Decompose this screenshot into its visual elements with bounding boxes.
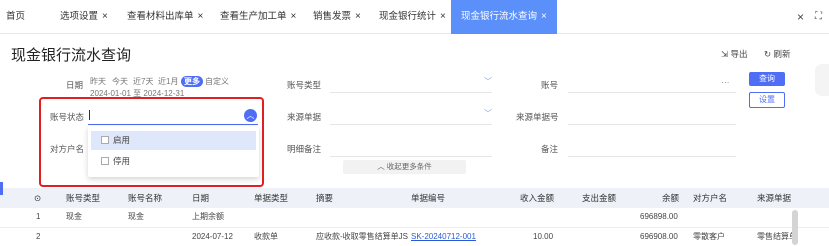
more-icon[interactable]: ··· <box>721 77 730 87</box>
source-doc-label: 来源单据 <box>287 112 322 122</box>
th-account-name[interactable]: 账号名称 <box>128 188 162 208</box>
close-icon[interactable]: × <box>355 11 361 22</box>
date-more[interactable]: 更多 <box>181 76 203 87</box>
account-type-select[interactable] <box>330 92 492 93</box>
close-icon[interactable]: × <box>440 11 446 22</box>
tab-sales-invoice[interactable]: 销售发票 × <box>313 0 361 34</box>
cell-account-name: 现金 <box>128 212 144 221</box>
detail-note-input[interactable] <box>330 156 492 157</box>
chevron-down-icon[interactable]: ﹀ <box>484 76 492 87</box>
tab-options-settings[interactable]: 选项设置 × <box>60 0 108 34</box>
cell-counterparty: 零散客户 <box>693 232 725 241</box>
doc-no-link[interactable]: SK-20240712-001 <box>411 228 476 246</box>
th-doc-type[interactable]: 单据类型 <box>254 188 288 208</box>
th-balance[interactable]: 余额 <box>662 188 679 208</box>
export-icon: ⇲ <box>721 49 729 59</box>
left-edge-marker <box>0 182 3 195</box>
close-icon[interactable]: × <box>291 11 297 22</box>
account-type-label: 账号类型 <box>287 80 322 90</box>
th-doc-no[interactable]: 单据编号 <box>411 188 445 208</box>
chevron-down-icon[interactable]: ﹀ <box>484 108 492 119</box>
column-settings-icon[interactable]: ⊙ <box>34 188 41 208</box>
source-doc-select[interactable] <box>330 124 492 125</box>
settings-button[interactable]: 设置 <box>749 92 785 108</box>
date-1month[interactable]: 近1月 <box>158 76 178 87</box>
cell-income: 10.00 <box>533 232 554 241</box>
cell-doc-type: 收款单 <box>254 232 278 241</box>
cell-account-type: 现金 <box>66 212 82 221</box>
th-expense[interactable]: 支出金额 <box>582 188 616 208</box>
refresh-icon: ↻ <box>764 49 772 59</box>
tab-material-outbound[interactable]: 查看材料出库单 × <box>127 0 203 34</box>
detail-note-label: 明细备注 <box>287 144 322 154</box>
source-doc-no-input[interactable] <box>568 124 736 125</box>
account-no-label: 账号 <box>541 80 559 90</box>
close-icon[interactable]: × <box>102 11 108 22</box>
refresh-button[interactable]: ↻ 刷新 <box>764 48 791 60</box>
close-icon[interactable]: × <box>541 11 547 22</box>
th-summary[interactable]: 摘要 <box>316 188 333 208</box>
date-today[interactable]: 今天 <box>112 76 128 87</box>
th-counterparty[interactable]: 对方户名 <box>693 188 727 208</box>
close-window-icon[interactable]: × <box>797 0 804 34</box>
cell-date: 上期余额 <box>192 212 224 221</box>
query-button[interactable]: 查询 <box>749 72 785 86</box>
source-doc-no-label: 来源单据号 <box>516 112 559 122</box>
tab-cash-bank-stats[interactable]: 现金银行统计 × <box>379 0 446 34</box>
note-label: 备注 <box>541 144 559 154</box>
cell-balance: 696908.00 <box>640 232 678 241</box>
close-icon[interactable]: × <box>198 11 204 22</box>
cell-source: 零售结算单 <box>757 232 793 241</box>
row-index: 2 <box>36 232 41 241</box>
side-float-button[interactable] <box>815 64 829 96</box>
date-label: 日期 <box>66 80 84 90</box>
date-yesterday[interactable]: 昨天 <box>90 76 106 87</box>
th-date[interactable]: 日期 <box>192 188 209 208</box>
highlight-box <box>39 97 264 187</box>
tab-cash-bank-flow[interactable]: 现金银行流水查询 × <box>451 0 557 34</box>
page-title: 现金银行流水查询 <box>11 47 132 64</box>
cell-summary: 应收款-收取零售结算单JS <box>316 232 408 241</box>
note-input[interactable] <box>568 156 736 157</box>
cell-date: 2024-07-12 <box>192 232 233 241</box>
cell-balance: 696898.00 <box>640 212 678 221</box>
row-index: 1 <box>36 212 41 221</box>
tab-home[interactable]: 首页 <box>6 0 25 34</box>
collapse-more-button[interactable]: ︿ 收起更多条件 <box>343 160 466 174</box>
th-account-type[interactable]: 账号类型 <box>66 188 100 208</box>
tab-bar: 首页 选项设置 × 查看材料出库单 × 查看生产加工单 × 销售发票 × 现金银行统计 ×… <box>0 0 829 34</box>
th-income[interactable]: 收入金额 <box>520 188 554 208</box>
account-no-input[interactable] <box>568 92 736 93</box>
vertical-scrollbar[interactable] <box>792 210 798 245</box>
th-source[interactable]: 来源单据 <box>757 188 791 208</box>
date-custom[interactable]: 自定义 <box>205 76 229 87</box>
restore-window-icon[interactable]: ⛶ <box>815 0 822 34</box>
export-button[interactable]: ⇲ 导出 <box>721 48 748 60</box>
date-7days[interactable]: 近7天 <box>133 76 153 87</box>
chevron-up-icon: ︿ <box>377 162 385 171</box>
tab-production-order[interactable]: 查看生产加工单 × <box>220 0 296 34</box>
